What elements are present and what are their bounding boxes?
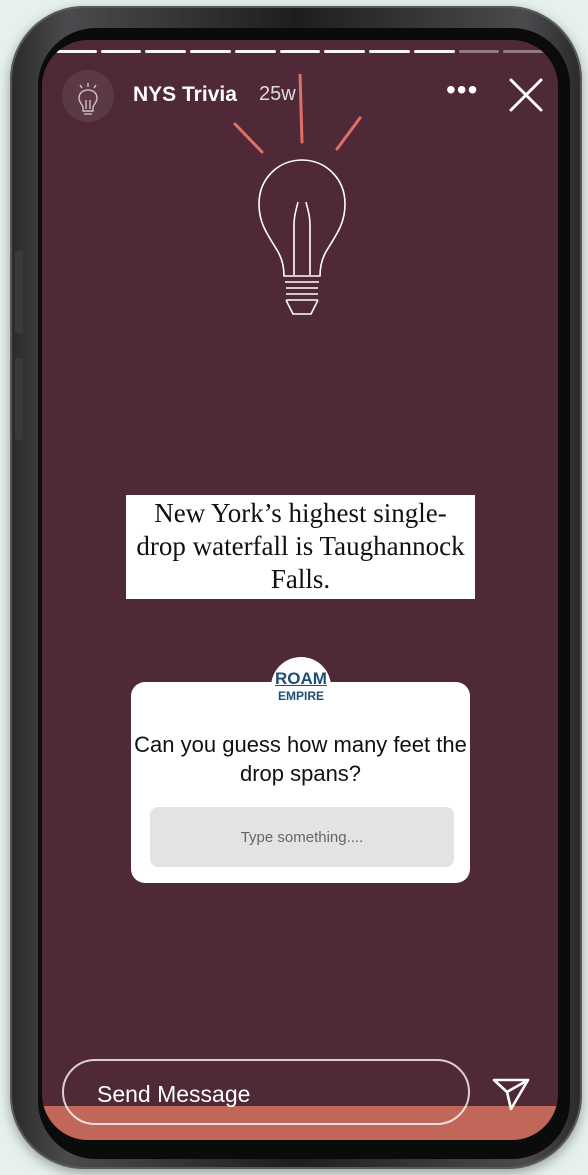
- progress-segment: [279, 50, 321, 53]
- paper-plane-icon[interactable]: [492, 1076, 530, 1112]
- volume-down-button: [15, 358, 23, 440]
- account-name[interactable]: NYS Trivia: [133, 83, 237, 107]
- progress-segment: [56, 50, 97, 53]
- fact-text-card: New York’s highest single-drop waterfall…: [126, 495, 475, 599]
- story-screen[interactable]: NYS Trivia 25w ••• New York’s highest si…: [42, 40, 558, 1140]
- send-message-field[interactable]: Send Message: [62, 1059, 470, 1125]
- question-answer-input[interactable]: [150, 807, 454, 867]
- logo-text-empire: EMPIRE: [277, 689, 324, 703]
- progress-segment: [413, 50, 455, 53]
- progress-segment: [458, 50, 500, 53]
- lightbulb-icon: [233, 74, 362, 315]
- question-text: Can you guess how many feet the drop spa…: [134, 732, 467, 786]
- logo-text-roam: ROAM: [275, 669, 327, 688]
- progress-segment: [503, 50, 545, 53]
- more-dots-icon[interactable]: •••: [446, 76, 478, 104]
- progress-segment: [190, 50, 231, 53]
- progress-segment: [100, 50, 142, 53]
- progress-segment: [234, 50, 276, 53]
- progress-segment: [145, 50, 187, 53]
- account-avatar[interactable]: [62, 70, 114, 122]
- close-icon[interactable]: [508, 77, 544, 113]
- send-message-placeholder: Send Message: [97, 1081, 251, 1107]
- progress-segment: [369, 50, 410, 53]
- progress-segment: [324, 50, 366, 53]
- volume-up-button: [15, 251, 23, 333]
- story-progress-bar: [56, 50, 545, 53]
- lightbulb-avatar-icon: [78, 83, 98, 115]
- roam-empire-logo: ROAM EMPIRE: [271, 657, 331, 717]
